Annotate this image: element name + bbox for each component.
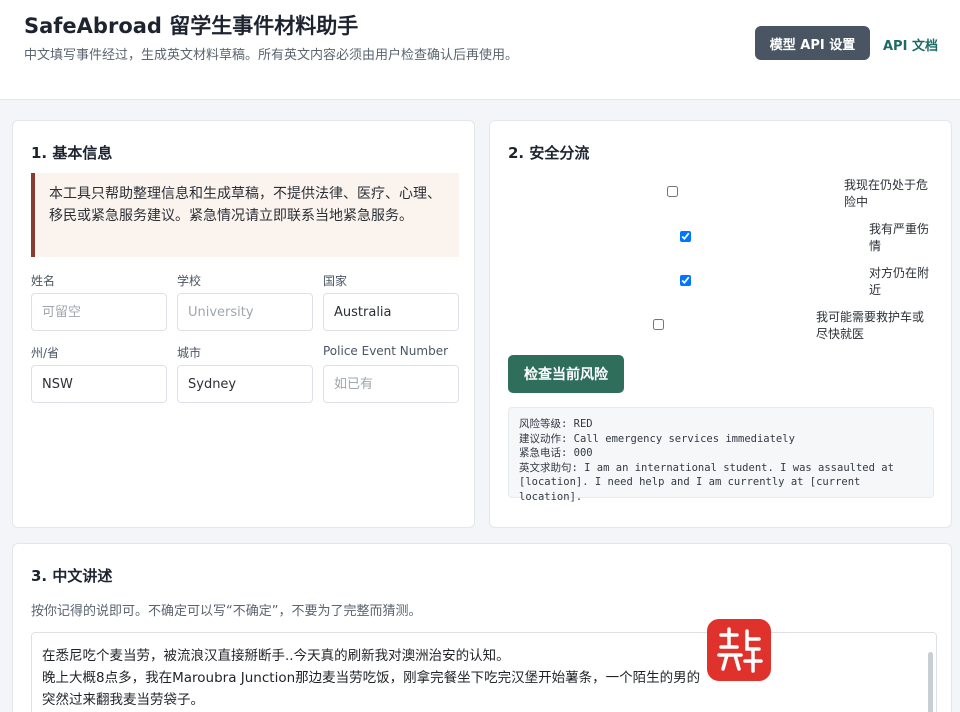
english-help-line: 英文求助句: I am an international student. I … bbox=[519, 461, 901, 503]
city-label: 城市 bbox=[177, 346, 202, 360]
app-title: SafeAbroad 留学生事件材料助手 bbox=[24, 14, 359, 38]
nearby-checkbox[interactable] bbox=[680, 275, 691, 286]
narrative-textarea[interactable]: 在悉尼吃个麦当劳，被流浪汉直接掰断手..今天真的刷新我对澳洲治安的认知。 晚上大… bbox=[31, 632, 937, 712]
country-input[interactable] bbox=[323, 293, 459, 331]
textarea-scrollbar[interactable] bbox=[928, 652, 933, 712]
triage-option-in-danger: 我现在仍处于危险中 bbox=[490, 177, 953, 213]
basic-info-card: 1. 基本信息 本工具只帮助整理信息和生成草稿，不提供法律、医疗、心理、移民或紧… bbox=[12, 120, 475, 528]
ambulance-label: 我可能需要救护车或尽快就医 bbox=[816, 310, 925, 341]
nearby-label: 对方仍在附近 bbox=[869, 266, 930, 297]
api-docs-link[interactable]: API 文档 bbox=[883, 35, 938, 54]
app-header: SafeAbroad 留学生事件材料助手 中文填写事件经过，生成英文材料草稿。所… bbox=[0, 0, 960, 100]
disclaimer-notice: 本工具只帮助整理信息和生成草稿，不提供法律、医疗、心理、移民或紧急服务建议。紧急… bbox=[31, 173, 459, 257]
triage-option-ambulance: 我可能需要救护车或尽快就医 bbox=[490, 309, 953, 345]
triage-card: 2. 安全分流 我现在仍处于危险中 我有严重伤情 对方仍在附近 我可能需要救护车… bbox=[489, 120, 952, 528]
risk-result-box: 风险等级: RED 建议动作: Call emergency services … bbox=[508, 407, 934, 503]
narrative-title: 3. 中文讲述 bbox=[31, 567, 113, 585]
ambulance-checkbox[interactable] bbox=[653, 319, 664, 330]
police-number-input[interactable] bbox=[323, 365, 459, 403]
police-number-label: Police Event Number bbox=[323, 344, 449, 358]
name-label: 姓名 bbox=[31, 274, 56, 288]
narrative-hint: 按你记得的说即可。不确定可以写“不确定”，不要为了完整而猜测。 bbox=[31, 604, 422, 619]
injury-label: 我有严重伤情 bbox=[869, 222, 930, 253]
school-label: 学校 bbox=[177, 274, 202, 288]
name-input[interactable] bbox=[31, 293, 167, 331]
app-subtitle: 中文填写事件经过，生成英文材料草稿。所有英文内容必须由用户检查确认后再使用。 bbox=[24, 48, 519, 63]
state-label: 州/省 bbox=[31, 346, 60, 360]
city-input[interactable] bbox=[177, 365, 313, 403]
injury-checkbox[interactable] bbox=[680, 231, 691, 242]
narrative-line: 晚上大概8点多，我在Maroubra Junction那边麦当劳吃饭，刚拿完餐坐… bbox=[42, 670, 701, 686]
state-input[interactable] bbox=[31, 365, 167, 403]
narrative-card: 3. 中文讲述 按你记得的说即可。不确定可以写“不确定”，不要为了完整而猜测。 … bbox=[12, 543, 952, 712]
in-danger-label: 我现在仍处于危险中 bbox=[844, 178, 929, 209]
narrative-line: 在悉尼吃个麦当劳，被流浪汉直接掰断手..今天真的刷新我对澳洲治安的认知。 bbox=[42, 648, 510, 664]
in-danger-checkbox[interactable] bbox=[667, 186, 678, 197]
action-line: 建议动作: Call emergency services immediatel… bbox=[519, 432, 795, 445]
watermark-logo-icon bbox=[707, 619, 771, 681]
risk-level-line: 风险等级: RED bbox=[519, 418, 593, 430]
narrative-line: 突然过来翻我麦当劳袋子。 bbox=[42, 692, 204, 708]
triage-option-nearby: 对方仍在附近 bbox=[490, 265, 953, 301]
check-risk-button[interactable]: 检查当前风险 bbox=[508, 355, 624, 393]
triage-option-injury: 我有严重伤情 bbox=[490, 221, 953, 257]
triage-title: 2. 安全分流 bbox=[508, 144, 590, 162]
basic-info-title: 1. 基本信息 bbox=[31, 144, 113, 162]
country-label: 国家 bbox=[323, 274, 348, 288]
school-input[interactable] bbox=[177, 293, 313, 331]
api-settings-button[interactable]: 模型 API 设置 bbox=[755, 26, 870, 60]
phone-line: 紧急电话: 000 bbox=[519, 447, 593, 459]
